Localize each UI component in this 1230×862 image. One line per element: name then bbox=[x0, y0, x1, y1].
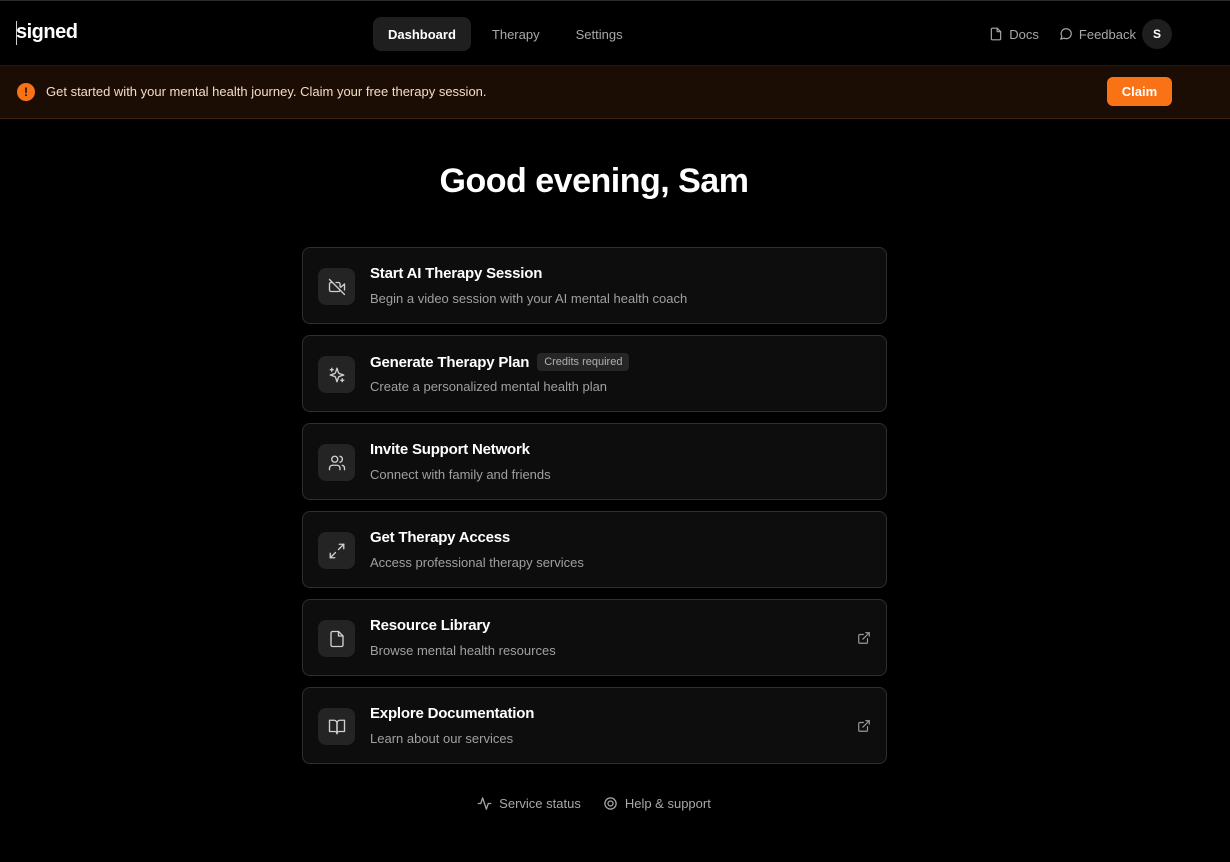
book-open-icon bbox=[318, 708, 355, 745]
external-link-icon bbox=[858, 720, 870, 732]
help-support-link[interactable]: Help & support bbox=[603, 796, 711, 811]
credits-required-badge: Credits required bbox=[537, 353, 630, 371]
alert-icon: ! bbox=[17, 83, 35, 101]
expand-arrows-icon bbox=[318, 532, 355, 569]
card-description: Connect with family and friends bbox=[370, 467, 551, 482]
page-footer: Service status Help & support bbox=[0, 796, 1188, 811]
user-avatar[interactable]: S bbox=[1142, 19, 1172, 49]
banner-message: Get started with your mental health jour… bbox=[46, 84, 487, 99]
card-start-ai-therapy-session[interactable]: Start AI Therapy Session Begin a video s… bbox=[302, 247, 887, 324]
card-description: Browse mental health resources bbox=[370, 643, 556, 658]
feedback-label: Feedback bbox=[1078, 26, 1136, 42]
card-title-row: Generate Therapy Plan Credits required bbox=[370, 353, 630, 371]
docs-label: Docs bbox=[1009, 26, 1039, 42]
card-title-row: Get Therapy Access bbox=[370, 529, 510, 546]
page-greeting: Good evening, Sam bbox=[439, 162, 749, 200]
logo-text: signed bbox=[16, 21, 78, 43]
file-icon bbox=[991, 27, 1002, 41]
card-resource-library[interactable]: Resource Library Browse mental health re… bbox=[302, 599, 887, 676]
nav-tab-therapy[interactable]: Therapy bbox=[477, 17, 555, 51]
life-buoy-icon bbox=[604, 797, 617, 810]
card-description: Access professional therapy services bbox=[370, 555, 584, 570]
main-nav: Dashboard Therapy Settings bbox=[373, 17, 638, 51]
text-caret bbox=[16, 21, 17, 45]
nav-tab-settings[interactable]: Settings bbox=[561, 17, 638, 51]
nav-tab-dashboard[interactable]: Dashboard bbox=[373, 17, 471, 51]
card-title: Start AI Therapy Session bbox=[370, 265, 543, 282]
card-description: Create a personalized mental health plan bbox=[370, 379, 608, 394]
card-title: Invite Support Network bbox=[370, 441, 530, 458]
service-status-link[interactable]: Service status bbox=[477, 796, 581, 811]
card-title-row: Explore Documentation bbox=[370, 705, 534, 722]
claim-button[interactable]: Claim bbox=[1107, 77, 1172, 106]
card-description: Begin a video session with your AI menta… bbox=[370, 291, 688, 306]
service-status-label: Service status bbox=[499, 796, 581, 811]
feedback-link[interactable]: Feedback bbox=[1059, 27, 1136, 42]
card-description: Learn about our services bbox=[370, 731, 514, 746]
card-invite-support-network[interactable]: Invite Support Network Connect with fami… bbox=[302, 423, 887, 500]
users-icon bbox=[318, 444, 355, 481]
card-title: Generate Therapy Plan bbox=[370, 353, 530, 371]
video-off-icon bbox=[318, 268, 355, 305]
action-card-list: Start AI Therapy Session Begin a video s… bbox=[302, 247, 887, 775]
external-link-icon bbox=[858, 632, 870, 644]
help-support-label: Help & support bbox=[624, 796, 711, 811]
docs-link[interactable]: Docs bbox=[989, 27, 1039, 42]
activity-icon bbox=[477, 797, 492, 810]
message-circle-icon bbox=[1060, 28, 1072, 40]
app-logo[interactable]: signed bbox=[16, 21, 78, 45]
promo-banner: ! Get started with your mental health jo… bbox=[0, 66, 1230, 119]
card-generate-therapy-plan[interactable]: Generate Therapy Plan Credits required C… bbox=[302, 335, 887, 412]
card-title-row: Resource Library bbox=[370, 617, 490, 634]
card-explore-documentation[interactable]: Explore Documentation Learn about our se… bbox=[302, 687, 887, 764]
card-title: Explore Documentation bbox=[370, 705, 535, 722]
card-title-row: Invite Support Network bbox=[370, 441, 530, 458]
sparkles-icon bbox=[318, 356, 355, 393]
top-navigation-bar: signed Dashboard Therapy Settings Docs F… bbox=[0, 0, 1230, 66]
card-title-row: Start AI Therapy Session bbox=[370, 265, 542, 282]
card-title: Resource Library bbox=[370, 617, 491, 634]
card-get-therapy-access[interactable]: Get Therapy Access Access professional t… bbox=[302, 511, 887, 588]
file-icon bbox=[318, 620, 355, 657]
card-title: Get Therapy Access bbox=[370, 529, 511, 546]
